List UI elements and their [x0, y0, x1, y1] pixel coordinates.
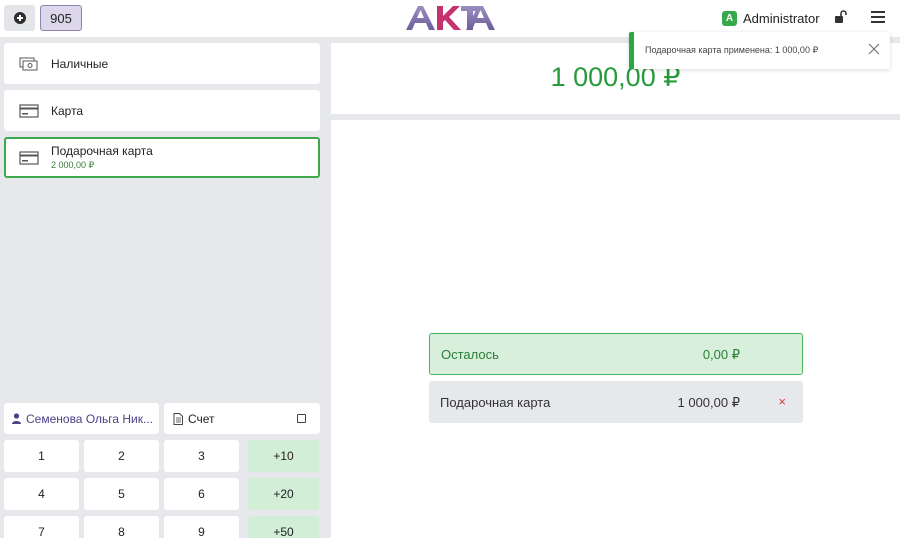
add-20-button[interactable]: +20	[248, 478, 319, 510]
document-icon	[173, 412, 183, 425]
close-icon[interactable]	[868, 43, 880, 55]
add-order-button[interactable]	[4, 5, 35, 31]
keypad-key-5[interactable]: 5	[84, 478, 159, 510]
customer-button[interactable]: Семенова Ольга Ник...	[4, 403, 159, 434]
payment-method-gift-card[interactable]: Подарочная карта 2 000,00 ₽	[4, 137, 320, 178]
add-50-button[interactable]: +50	[248, 516, 319, 538]
keypad-key-3[interactable]: 3	[164, 440, 239, 472]
cash-icon	[19, 57, 38, 70]
user-name: Administrator	[743, 10, 820, 26]
user-avatar: A	[722, 10, 737, 26]
remove-payment-icon[interactable]: ×	[778, 394, 786, 409]
invoice-label: Счет	[188, 411, 215, 426]
order-number-button[interactable]: 905	[40, 5, 82, 31]
remaining-row: Осталось 0,00 ₽	[429, 333, 803, 375]
payment-method-label: Подарочная карта	[51, 144, 153, 158]
remaining-value: 0,00 ₽	[702, 347, 740, 362]
payment-method-label: Карта	[51, 103, 84, 118]
unlock-icon[interactable]	[835, 10, 847, 24]
payment-method-cash[interactable]: Наличные	[4, 43, 320, 84]
keypad-key-2[interactable]: 2	[84, 440, 159, 472]
payment-method-label: Наличные	[51, 56, 109, 71]
akta-logo	[406, 6, 495, 30]
remaining-label: Осталось	[441, 347, 499, 362]
keypad-key-7[interactable]: 7	[4, 516, 79, 538]
invoice-toggle[interactable]: Счет	[164, 403, 320, 434]
keypad-key-9[interactable]: 9	[164, 516, 239, 538]
applied-payment-row: Подарочная карта 1 000,00 ₽ ×	[429, 381, 803, 423]
gift-card-icon	[19, 150, 39, 165]
keypad-key-8[interactable]: 8	[84, 516, 159, 538]
keypad-key-6[interactable]: 6	[164, 478, 239, 510]
payment-work-area	[331, 120, 900, 538]
toast-notification: Подарочная карта применена: 1 000,00 ₽	[629, 32, 890, 69]
applied-payment-value: 1 000,00 ₽	[677, 395, 741, 410]
hamburger-menu-icon[interactable]	[871, 11, 885, 23]
plus-circle-icon	[13, 12, 26, 24]
keypad-key-1[interactable]: 1	[4, 440, 79, 472]
payment-method-card[interactable]: Карта	[4, 90, 320, 131]
customer-name: Семенова Ольга Ник...	[26, 411, 154, 426]
user-icon	[12, 413, 21, 424]
card-icon	[19, 103, 39, 118]
add-10-button[interactable]: +10	[248, 440, 319, 472]
gift-card-balance: 2 000,00 ₽	[51, 160, 95, 170]
user-menu[interactable]: A Administrator	[722, 9, 820, 27]
applied-payment-label: Подарочная карта	[440, 395, 551, 410]
toast-message: Подарочная карта применена: 1 000,00 ₽	[645, 45, 819, 55]
keypad-key-4[interactable]: 4	[4, 478, 79, 510]
invoice-checkbox[interactable]	[297, 414, 306, 423]
